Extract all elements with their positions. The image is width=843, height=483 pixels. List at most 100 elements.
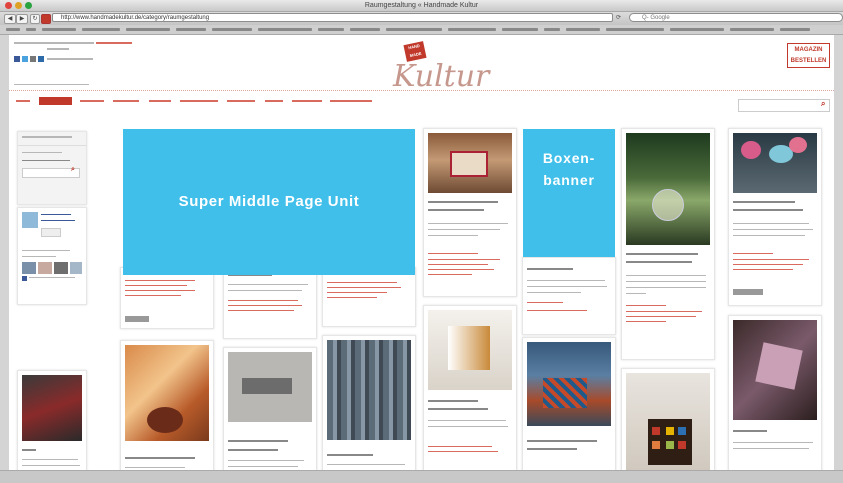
bookmark-item[interactable] [502,28,538,31]
twitter-icon[interactable] [22,56,28,62]
login-link[interactable] [96,42,132,44]
post-card[interactable] [621,368,715,482]
bookmark-item[interactable] [6,28,20,31]
nav-item[interactable] [16,100,30,102]
reload-icon[interactable]: ↻ [30,14,40,24]
post-tags[interactable] [125,290,195,291]
post-title[interactable] [22,449,36,451]
page-name[interactable] [41,214,71,215]
post-title[interactable] [428,201,498,203]
post-title[interactable] [327,454,373,456]
forward-button[interactable]: ▶ [16,14,28,24]
post-card[interactable] [522,257,616,335]
post-card[interactable] [223,347,317,482]
bookmark-item[interactable] [448,28,496,31]
post-tags[interactable] [125,285,187,286]
bookmark-item[interactable] [544,28,560,31]
post-title[interactable] [733,209,803,211]
post-title[interactable] [527,440,597,442]
back-button[interactable]: ◀ [4,14,16,24]
post-card[interactable] [728,315,822,482]
post-card[interactable] [322,267,416,327]
nav-item[interactable] [180,100,218,102]
post-card[interactable] [423,305,517,482]
post-card[interactable] [120,340,214,482]
super-middle-page-ad[interactable]: Super Middle Page Unit [123,129,415,275]
zoom-window-icon[interactable] [25,2,32,9]
post-card[interactable] [223,267,317,339]
post-card[interactable] [522,337,616,482]
post-title[interactable] [626,261,692,263]
nav-item[interactable] [265,100,283,102]
nav-item[interactable] [113,100,139,102]
add-bookmark-icon[interactable] [41,14,51,24]
minimize-window-icon[interactable] [15,2,22,9]
post-tags[interactable] [428,274,472,275]
post-tags[interactable] [527,310,587,311]
bookmark-item[interactable] [350,28,380,31]
post-card[interactable] [120,267,214,329]
bookmark-item[interactable] [126,28,170,31]
post-card[interactable] [322,335,416,482]
post-tags[interactable] [228,305,302,306]
post-card[interactable] [423,128,517,297]
post-tags[interactable] [733,259,809,260]
post-tags[interactable] [428,451,498,452]
post-title[interactable] [733,201,795,203]
like-button[interactable] [41,228,61,237]
magazine-order-button[interactable]: MAGAZIN BESTELLEN [787,43,830,68]
post-tags[interactable] [428,446,492,447]
more-button[interactable] [125,316,149,322]
close-window-icon[interactable] [5,2,12,9]
post-title[interactable] [527,448,577,450]
bookmark-item[interactable] [730,28,774,31]
post-image[interactable] [327,340,411,440]
bookmark-item[interactable] [566,28,600,31]
post-title[interactable] [428,209,484,211]
nav-item[interactable] [330,100,372,102]
site-search-input[interactable] [738,99,830,112]
post-title[interactable] [527,268,573,270]
bookmark-item[interactable] [26,28,36,31]
post-tags[interactable] [428,253,478,254]
nav-item-active[interactable] [39,97,72,105]
nav-item[interactable] [149,100,171,102]
nav-item[interactable] [292,100,322,102]
post-title[interactable] [733,430,767,432]
reader-icon[interactable]: ⟳ [616,14,621,21]
social-icon[interactable] [38,56,44,62]
post-tags[interactable] [125,280,195,281]
post-card[interactable] [621,128,715,360]
bookmark-item[interactable] [780,28,810,31]
search-icon[interactable]: ⌕ [821,99,825,109]
post-tags[interactable] [327,292,387,293]
post-title[interactable] [125,457,195,459]
post-tags[interactable] [125,295,181,296]
post-image[interactable] [22,375,82,441]
page-name[interactable] [41,220,75,221]
bookmark-item[interactable] [606,28,664,31]
post-card[interactable] [17,370,87,482]
post-tags[interactable] [327,297,377,298]
nav-item[interactable] [80,100,104,102]
bookmark-item[interactable] [176,28,206,31]
post-tags[interactable] [228,310,294,311]
post-title[interactable] [428,400,478,402]
post-title[interactable] [626,253,698,255]
post-tags[interactable] [428,269,494,270]
post-tags[interactable] [626,311,702,312]
address-bar[interactable]: http://www.handmadekultur.de/category/ra… [52,13,613,22]
bookmark-item[interactable] [82,28,120,31]
search-icon[interactable]: ⌕ [71,166,75,174]
rss-icon[interactable] [30,56,36,62]
post-tags[interactable] [733,269,793,270]
post-tags[interactable] [428,264,488,265]
more-button[interactable] [733,289,763,295]
post-tags[interactable] [228,300,298,301]
facebook-icon[interactable] [14,56,20,62]
bookmark-item[interactable] [212,28,252,31]
post-tags[interactable] [626,316,696,317]
social-login-text[interactable] [47,58,93,60]
bookmark-item[interactable] [318,28,344,31]
post-tags[interactable] [327,282,397,283]
